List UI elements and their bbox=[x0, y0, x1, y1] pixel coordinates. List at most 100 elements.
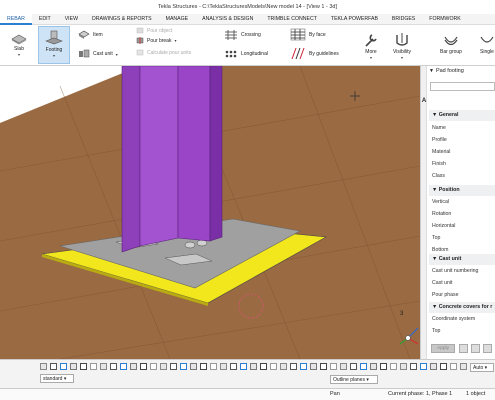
tab-rebar[interactable]: REBAR bbox=[0, 13, 32, 25]
more-button[interactable]: More ▾ bbox=[362, 31, 380, 60]
property-name[interactable]: Name bbox=[432, 125, 446, 131]
auto-select[interactable]: Auto ▾ bbox=[470, 363, 494, 372]
footing-button[interactable]: Footing ▾ bbox=[38, 26, 70, 64]
snap-tool-button[interactable] bbox=[160, 363, 167, 370]
snap-tool-button[interactable] bbox=[170, 363, 177, 370]
tab-view[interactable]: VIEW bbox=[58, 14, 85, 25]
snap-tool-button[interactable] bbox=[210, 363, 217, 370]
by-guidelines-button[interactable]: By guidelines bbox=[290, 47, 339, 60]
tab-tekla-powerfab[interactable]: TEKLA POWERFAB bbox=[324, 14, 385, 25]
properties-search-input[interactable] bbox=[430, 82, 495, 91]
pour-break-button[interactable]: Pour break ▾ bbox=[136, 37, 176, 44]
section-general[interactable]: ▼ General bbox=[429, 110, 495, 121]
snap-tool-button[interactable] bbox=[80, 363, 87, 370]
model-view-3d[interactable]: 3 bbox=[0, 66, 420, 359]
visibility-button[interactable]: Visibility ▾ bbox=[393, 31, 411, 60]
snap-tool-button[interactable] bbox=[360, 363, 367, 370]
tab-drawings-reports[interactable]: DRAWINGS & REPORTS bbox=[85, 14, 159, 25]
section-cast-unit[interactable]: ▼ Cast unit bbox=[429, 254, 495, 265]
by-face-button[interactable]: By face bbox=[290, 28, 326, 41]
property-rotation[interactable]: Rotation bbox=[432, 211, 451, 217]
snap-tool-button[interactable] bbox=[370, 363, 377, 370]
snap-tool-button[interactable] bbox=[120, 363, 127, 370]
snap-tool-button[interactable] bbox=[90, 363, 97, 370]
snap-tool-button[interactable] bbox=[240, 363, 247, 370]
property-pour-phase[interactable]: Pour phase bbox=[432, 292, 459, 298]
property-class[interactable]: Class bbox=[432, 173, 445, 179]
property-vertical[interactable]: Vertical bbox=[432, 199, 449, 205]
snap-tool-button[interactable] bbox=[350, 363, 357, 370]
property-cast-unit-numbering[interactable]: Cast unit numbering bbox=[432, 268, 478, 274]
property-coordinate-system[interactable]: Coordinate system bbox=[432, 316, 475, 322]
crossing-button[interactable]: Crossing bbox=[224, 30, 261, 40]
property-bottom[interactable]: Bottom bbox=[432, 247, 448, 253]
snap-tool-button[interactable] bbox=[130, 363, 137, 370]
snap-tool-button[interactable] bbox=[100, 363, 107, 370]
snap-tool-button[interactable] bbox=[140, 363, 147, 370]
snap-tool-button[interactable] bbox=[320, 363, 327, 370]
tab-bridges[interactable]: BRIDGES bbox=[385, 14, 422, 25]
snap-tool-button[interactable] bbox=[50, 363, 57, 370]
calculate-pour-units-button[interactable]: Calculate pour units bbox=[136, 49, 191, 56]
snap-tool-button[interactable] bbox=[150, 363, 157, 370]
property-top[interactable]: Top bbox=[432, 235, 440, 241]
panel-tool-button-2[interactable] bbox=[471, 344, 480, 353]
longitudinal-button[interactable]: Longitudinal bbox=[224, 49, 268, 59]
property-cast-unit[interactable]: Cast unit bbox=[432, 280, 452, 286]
snap-tool-button[interactable] bbox=[260, 363, 267, 370]
pour-object-icon bbox=[136, 27, 144, 34]
tab-edit[interactable]: EDIT bbox=[32, 14, 58, 25]
snap-tool-button[interactable] bbox=[270, 363, 277, 370]
tab-formwork[interactable]: FORMWORK bbox=[422, 14, 467, 25]
snap-tool-button[interactable] bbox=[430, 363, 437, 370]
item-icon bbox=[78, 30, 90, 39]
panel-tool-button-3[interactable] bbox=[483, 344, 492, 353]
bar-group-icon bbox=[444, 36, 458, 46]
cast-unit-button[interactable]: Cast unit ▾ bbox=[78, 49, 118, 59]
pour-object-button[interactable]: Pour object bbox=[136, 27, 172, 34]
standard-select[interactable]: standard ▾ bbox=[40, 374, 74, 383]
tab-analysis-design[interactable]: ANALYSIS & DESIGN bbox=[195, 14, 260, 25]
property-material[interactable]: Material bbox=[432, 149, 450, 155]
snap-tool-button[interactable] bbox=[40, 363, 47, 370]
snap-tool-button[interactable] bbox=[180, 363, 187, 370]
snap-tool-button[interactable] bbox=[440, 363, 447, 370]
bar-group-button[interactable]: Bar group bbox=[440, 31, 462, 55]
tab-manage[interactable]: MANAGE bbox=[159, 14, 195, 25]
snap-tool-button[interactable] bbox=[460, 363, 467, 370]
snap-tool-button[interactable] bbox=[200, 363, 207, 370]
property-horizontal[interactable]: Horizontal bbox=[432, 223, 455, 229]
snap-tool-button[interactable] bbox=[230, 363, 237, 370]
slab-icon bbox=[11, 34, 27, 45]
snap-tool-button[interactable] bbox=[420, 363, 427, 370]
panel-tool-button-1[interactable] bbox=[459, 344, 468, 353]
snap-tool-button[interactable] bbox=[250, 363, 257, 370]
section-concrete-covers[interactable]: ▼ Concrete covers for r bbox=[429, 302, 495, 313]
snap-tool-button[interactable] bbox=[450, 363, 457, 370]
snap-tool-button[interactable] bbox=[280, 363, 287, 370]
snap-tool-button[interactable] bbox=[340, 363, 347, 370]
item-button[interactable]: Item bbox=[78, 30, 103, 40]
snap-tool-button[interactable] bbox=[300, 363, 307, 370]
property-profile[interactable]: Profile bbox=[432, 137, 447, 143]
slab-button[interactable]: Slab ▾ bbox=[10, 28, 28, 57]
snap-tool-button[interactable] bbox=[190, 363, 197, 370]
snap-tool-button[interactable] bbox=[310, 363, 317, 370]
snap-tool-button[interactable] bbox=[380, 363, 387, 370]
snap-tool-button[interactable] bbox=[70, 363, 77, 370]
snap-tool-button[interactable] bbox=[220, 363, 227, 370]
section-position[interactable]: ▼ Position bbox=[429, 185, 495, 196]
apply-button[interactable]: Apply bbox=[431, 344, 455, 353]
snap-tool-button[interactable] bbox=[400, 363, 407, 370]
outline-planes-select[interactable]: Outline planes ▾ bbox=[330, 375, 378, 384]
single-button[interactable]: Single bbox=[478, 31, 495, 55]
snap-tool-button[interactable] bbox=[410, 363, 417, 370]
snap-tool-button[interactable] bbox=[390, 363, 397, 370]
tab-trimble-connect[interactable]: TRIMBLE CONNECT bbox=[260, 14, 324, 25]
snap-tool-button[interactable] bbox=[60, 363, 67, 370]
property-finish[interactable]: Finish bbox=[432, 161, 446, 167]
snap-tool-button[interactable] bbox=[290, 363, 297, 370]
snap-tool-button[interactable] bbox=[330, 363, 337, 370]
snap-tool-button[interactable] bbox=[110, 363, 117, 370]
property-cover-top[interactable]: Top bbox=[432, 328, 440, 334]
